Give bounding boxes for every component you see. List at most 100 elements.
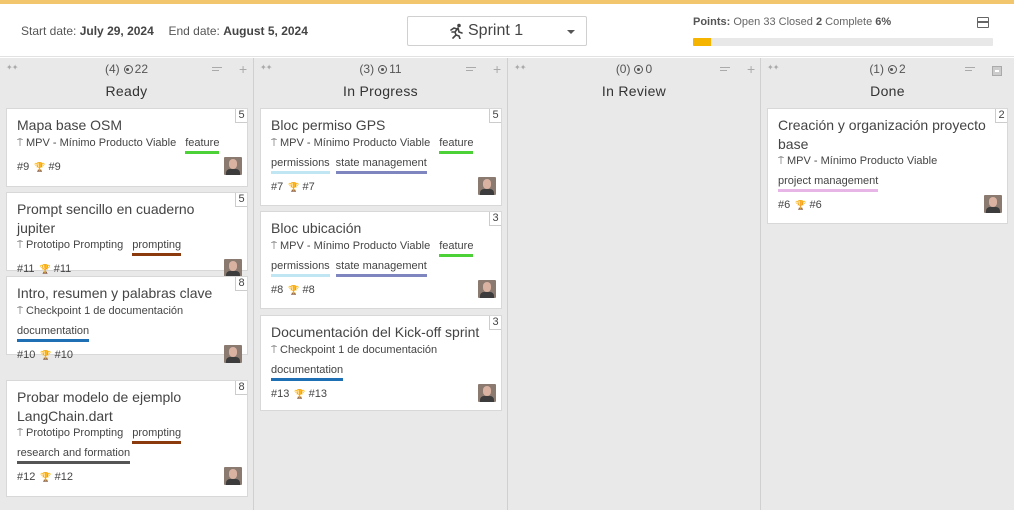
points-closed-label: Closed [778,16,813,28]
column-issue-count: (3) [359,62,375,76]
assignee-avatar[interactable] [478,280,496,298]
label-tag[interactable]: feature [439,240,474,257]
label-tag[interactable]: prompting [132,239,182,256]
label-tag[interactable]: permissions [271,260,330,277]
label-tag[interactable]: prompting [132,427,182,444]
trophy-icon: 🏆 [40,350,52,360]
column-points: 11 [389,62,402,76]
issue-card[interactable]: 3 Documentación del Kick-off sprint ⍑ Check… [260,315,502,411]
sprint-select[interactable]: Sprint 1 [407,16,587,46]
issue-card[interactable]: 8 Intro, resumen y palabras clave ⍑ Checkpo… [6,276,248,363]
board-column: ✦✦ (3) 11 In Progress +5 Bloc permiso GPS ⍑ MPV… [254,58,507,510]
issue-card[interactable]: 3 Bloc ubicación ⍑ MPV - Mínimo Producto Vi… [260,211,502,309]
card-title: Documentación del Kick-off sprint [271,324,480,340]
milestone-label: Prototipo Prompting [26,239,124,251]
points-icon [887,65,897,74]
label-tag[interactable]: permissions [271,157,330,174]
add-card-icon[interactable]: + [239,61,247,77]
milestone-label: Checkpoint 1 de documentación [26,305,184,317]
assignee-avatar[interactable] [224,259,242,277]
linked-issue-number: #7 [302,181,315,193]
issue-card[interactable]: 5 Prompt sencillo en cuaderno jupiter ⍑ Pro… [6,192,248,277]
assignee-avatar[interactable] [224,345,242,363]
column-title: Ready [105,83,148,99]
card-points: 8 [235,277,247,291]
column-issue-count: (1) [869,62,884,76]
sort-icon[interactable] [466,67,476,74]
card-reference: #11 🏆 #11 [17,263,71,275]
points-label: Points: [693,16,731,28]
trophy-icon: 🏆 [39,264,51,274]
linked-issue-number: #11 [53,263,72,275]
issue-card[interactable]: 5 Bloc permiso GPS ⍑ MPV - Mínimo Producto … [260,108,502,206]
chevron-down-icon [567,30,575,34]
trophy-icon: 🏆 [40,472,52,482]
points-icon [123,65,133,74]
milestone-label: MPV - Mínimo Producto Viable [26,137,177,149]
points-icon [378,65,388,74]
add-card-icon[interactable]: + [747,61,755,77]
label-tag[interactable]: state management [335,157,427,174]
card-title: Intro, resumen y palabras clave [17,285,213,301]
label-tag[interactable]: documentation [17,325,90,342]
trophy-icon: 🏆 [294,389,306,399]
panel-toggle-icon[interactable] [977,17,989,28]
card-points: 5 [489,109,501,123]
linked-issue-number: #8 [302,284,315,296]
card-reference: #9 🏆 #9 [17,161,61,173]
card-points: 3 [489,212,501,226]
start-date-label: Start date: [21,24,77,38]
label-tag[interactable]: project management [778,175,879,192]
column-points: 0 [645,62,653,76]
label-tag[interactable]: feature [185,137,220,154]
end-date-label: End date: [168,24,220,38]
column-count: (1) 2 [761,62,1014,76]
trophy-icon: 🏆 [795,200,807,210]
linked-issue-number: #6 [809,199,822,211]
card-milestone: ⍑ MPV - Mínimo Producto Viable [778,155,937,167]
column-title: In Review [601,83,667,99]
assignee-avatar[interactable] [478,384,496,402]
card-title: Mapa base OSM [17,117,123,133]
card-points: 8 [235,381,247,395]
sort-icon[interactable] [212,67,222,74]
card-reference: #6 🏆 #6 [778,199,822,211]
sort-icon[interactable] [720,67,730,74]
label-tag[interactable]: feature [439,137,474,154]
milestone-label: MPV - Mínimo Producto Viable [280,240,431,252]
card-title: Probar modelo de ejemplo LangChain.dart [17,389,182,424]
milestone-label: MPV - Mínimo Producto Viable [280,137,431,149]
sprint-dates: Start date: July 29, 2024 End date: Augu… [21,24,308,38]
card-title: Bloc ubicación [271,220,362,236]
trophy-icon: 🏆 [288,182,300,192]
board-column: ✦✦ (0) 0 In Review + [508,58,760,510]
issue-card[interactable]: 5 Mapa base OSM ⍑ MPV - Mínimo Producto Via… [6,108,248,187]
card-points: 2 [995,109,1007,123]
card-points: 5 [235,109,247,123]
assignee-avatar[interactable] [224,157,242,175]
card-reference: #12 🏆 #12 [17,471,73,483]
card-reference: #10 🏆 #10 [17,349,73,361]
issue-number: #13 [271,388,290,400]
issue-card[interactable]: 2 Creación y organización proyecto base ⍑ M… [767,108,1008,224]
assignee-avatar[interactable] [984,195,1002,213]
card-reference: #13 🏆 #13 [271,388,327,400]
column-header: ✦✦ (3) 11 In Progress + [254,58,507,106]
issue-number: #10 [17,349,36,361]
sort-icon[interactable] [965,67,975,74]
archive-icon[interactable] [992,66,1002,76]
label-tag[interactable]: documentation [271,364,344,381]
column-title: In Progress [343,83,418,99]
kanban-board: ✦✦ (4) 22 Ready +5 Mapa base OSM ⍑ MPV - Mínimo… [0,58,1014,510]
card-milestone: ⍑ Checkpoint 1 de documentación [17,305,183,317]
assignee-avatar[interactable] [224,467,242,485]
add-card-icon[interactable]: + [493,61,501,77]
card-title: Creación y organización proyecto base [778,117,986,152]
label-tag[interactable]: research and formation [17,447,131,464]
card-points: 5 [235,193,247,207]
linked-issue-number: #10 [54,349,73,361]
board-column: ✦✦ (4) 22 Ready +5 Mapa base OSM ⍑ MPV - Mínimo… [0,58,253,510]
assignee-avatar[interactable] [478,177,496,195]
issue-card[interactable]: 8 Probar modelo de ejemplo LangChain.dart… [6,380,248,497]
label-tag[interactable]: state management [335,260,427,277]
